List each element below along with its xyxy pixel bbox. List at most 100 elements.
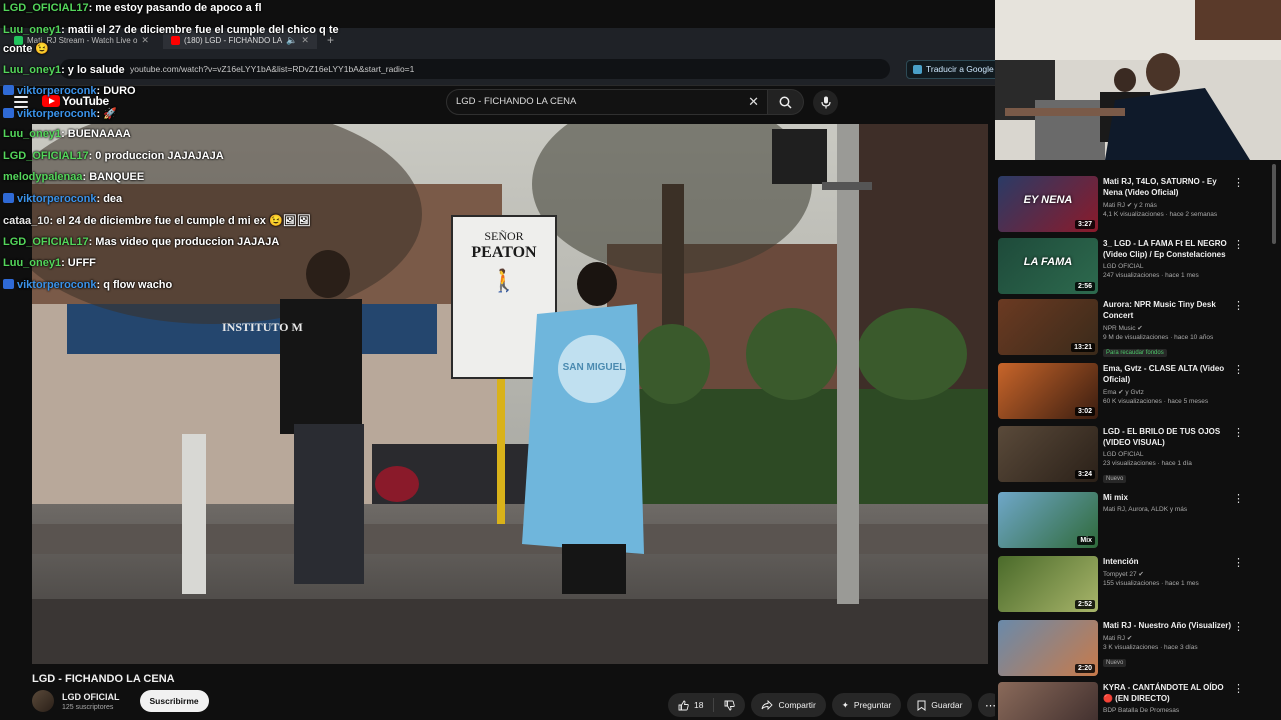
video-channel: LGD OFICIAL [1103,451,1144,458]
new-tab-button[interactable]: + [323,33,338,47]
more-options-icon[interactable]: ⋮ [1233,428,1244,439]
translate-button[interactable]: Traducir a Google [906,60,1001,79]
building-sign: INSTITUTO M [222,320,303,334]
recommended-video[interactable]: 2:20 Mati RJ - Nuestro Año (Visualizer) Ma… [998,620,1268,678]
mute-tab-icon[interactable]: 🔈 [286,35,297,46]
sidebar-scrollbar[interactable] [1272,164,1276,244]
microphone-icon [820,96,831,109]
screen: Mati_RJ Stream - Watch Live o ✕ (180) LG… [0,0,1281,720]
youtube-logo[interactable]: YouTube [42,94,109,108]
subscribe-button[interactable]: Suscribirme [139,690,209,712]
youtube-header: YouTube LGD - FICHANDO LA CENA ✕ [0,86,995,120]
dislike-button[interactable] [714,693,745,717]
channel-avatar[interactable] [32,690,54,712]
recommended-video[interactable]: KYRA - CANTÁNDOTE AL OÍDO 🔴 (EN DIRECTO)… [998,682,1268,720]
webcam-frame [995,0,1281,160]
ask-button[interactable]: ✦ Preguntar [831,693,902,717]
chat-message: LGD_OFICIAL17: me estoy pasando de apoco… [3,2,262,14]
more-options-icon[interactable]: ⋮ [1233,178,1244,189]
video-meta: KYRA - CANTÁNDOTE AL OÍDO 🔴 (EN DIRECTO)… [1103,682,1235,714]
video-title: Mi mix [1103,493,1128,502]
video-title: Ema, Gvtz - CLASE ALTA (Video Oficial) [1103,364,1225,384]
video-thumbnail[interactable] [998,682,1098,720]
bookmark-icon [917,700,926,711]
share-button[interactable]: Compartir [751,693,826,717]
video-thumbnail[interactable]: 3:24 [998,426,1098,482]
recommended-video[interactable]: 2:52 Intención Tompyet 27 ✔ 155 visualizaci… [998,556,1268,614]
video-stats: 23 visualizaciones · hace 1 día [1103,460,1192,467]
video-thumbnail[interactable]: EY NENA 3:27 [998,176,1098,232]
video-thumbnail[interactable]: 3:02 [998,363,1098,419]
video-title: Mati RJ - Nuestro Año (Visualizer) [1103,621,1232,630]
video-frame [32,124,988,664]
video-duration: 2:20 [1074,664,1095,673]
menu-icon[interactable] [14,96,28,108]
video-meta: Aurora: NPR Music Tiny Desk Concert NPR M… [1103,299,1235,359]
video-title: KYRA - CANTÁNDOTE AL OÍDO 🔴 (EN DIRECTO) [1103,683,1224,703]
video-meta: Ema, Gvtz - CLASE ALTA (Video Oficial) Em… [1103,363,1235,405]
browser-tab-stream[interactable]: Mati_RJ Stream - Watch Live o ✕ [6,31,157,49]
video-thumbnail[interactable]: 2:52 [998,556,1098,612]
video-meta: 3_ LGD - LA FAMA Ft EL NEGRO (Video Clip… [1103,238,1235,279]
address-bar: youtube.com/watch?v=vZ16eLYY1bA&list=RDv… [0,52,1001,86]
translate-icon [913,65,922,74]
video-thumbnail[interactable]: 2:20 [998,620,1098,676]
video-duration: 3:27 [1074,220,1095,229]
video-title: Mati RJ, T4LO, SATURNO - Ey Nena (Video … [1103,177,1217,197]
video-meta: Mati RJ, T4LO, SATURNO - Ey Nena (Video … [1103,176,1235,218]
chat-badge-icon [3,279,14,289]
recommended-video[interactable]: EY NENA 3:27 Mati RJ, T4LO, SATURNO - Ey N… [998,176,1268,234]
video-player[interactable]: SEÑOR PEATON 🚶 INSTITUTO M SAN MIGUEL [32,124,988,664]
close-tab-icon[interactable]: ✕ [301,35,309,46]
video-meta: Mi mix Mati RJ, Aurora, ALDK y más [1103,492,1235,513]
video-stats: 9 M de visualizaciones · hace 10 años [1103,334,1214,341]
chat-text: : me estoy pasando de apoco a fl [88,2,262,14]
more-options-icon[interactable]: ⋮ [1233,301,1244,312]
video-tag-badge: Para recaudar fondos [1103,349,1167,357]
sparkle-icon: ✦ [841,699,849,710]
video-channel: Tompyet 27 ✔ [1103,571,1144,578]
like-button[interactable]: 18 [668,693,713,717]
browser-tab-youtube[interactable]: (180) LGD - FICHANDO LA 🔈 ✕ [162,31,317,49]
video-meta: LGD - EL BRILO DE TUS OJOS (VIDEO VISUAL… [1103,426,1235,485]
more-options-icon[interactable]: ⋮ [1233,558,1244,569]
video-tag-badge: Nuevo [1103,475,1127,483]
more-options-icon[interactable]: ⋮ [1233,684,1244,695]
video-stats: 155 visualizaciones · hace 1 mes [1103,580,1199,587]
voice-search-button[interactable] [813,90,838,115]
chat-badge-icon [3,193,14,203]
more-options-icon[interactable]: ⋮ [1233,240,1244,251]
video-channel: BDP Batalla De Promesas [1103,707,1180,714]
search-icon [779,96,792,109]
like-count: 18 [694,700,704,710]
recommended-video[interactable]: LA FAMA 2:56 3_ LGD - LA FAMA Ft EL NEGRO … [998,238,1268,296]
recommended-video[interactable]: Mix Mi mix Mati RJ, Aurora, ALDK y más ⋮ [998,492,1268,550]
save-label: Guardar [931,700,963,710]
more-options-icon[interactable]: ⋮ [1233,365,1244,376]
video-stats: 247 visualizaciones · hace 1 mes [1103,272,1199,279]
video-thumbnail[interactable]: Mix [998,492,1098,548]
video-meta: Mati RJ - Nuestro Año (Visualizer) Mati R… [1103,620,1235,669]
channel-name[interactable]: LGD OFICIAL [62,692,120,702]
video-title: LGD - EL BRILO DE TUS OJOS (VIDEO VISUAL… [1103,427,1221,447]
save-button[interactable]: Guardar [907,693,973,717]
recommended-video[interactable]: 3:02 Ema, Gvtz - CLASE ALTA (Video Oficia… [998,363,1268,421]
video-duration: 3:24 [1074,470,1095,479]
thumbnail-text: EY NENA [1023,194,1073,206]
browser-tabstrip: Mati_RJ Stream - Watch Live o ✕ (180) LG… [0,28,995,52]
video-stats: 4,1 K visualizaciones · hace 2 semanas [1103,211,1218,218]
pedestrian-icon: 🚶 [490,268,518,293]
recommended-video[interactable]: 13:21 Aurora: NPR Music Tiny Desk Concert… [998,299,1268,357]
recommended-video[interactable]: 3:24 LGD - EL BRILO DE TUS OJOS (VIDEO VI… [998,426,1268,484]
url-input[interactable]: youtube.com/watch?v=vZ16eLYY1bA&list=RDv… [60,59,890,79]
video-thumbnail[interactable]: LA FAMA 2:56 [998,238,1098,294]
search-button[interactable] [768,89,804,115]
close-tab-icon[interactable]: ✕ [141,35,149,46]
search-input[interactable]: LGD - FICHANDO LA CENA ✕ [446,89,768,115]
video-duration: 13:21 [1071,343,1095,352]
more-options-icon[interactable]: ⋮ [1233,622,1244,633]
more-options-icon[interactable]: ⋮ [1233,494,1244,505]
clear-search-icon[interactable]: ✕ [748,90,759,114]
video-meta: Intención Tompyet 27 ✔ 155 visualizaciones… [1103,556,1235,587]
video-thumbnail[interactable]: 13:21 [998,299,1098,355]
